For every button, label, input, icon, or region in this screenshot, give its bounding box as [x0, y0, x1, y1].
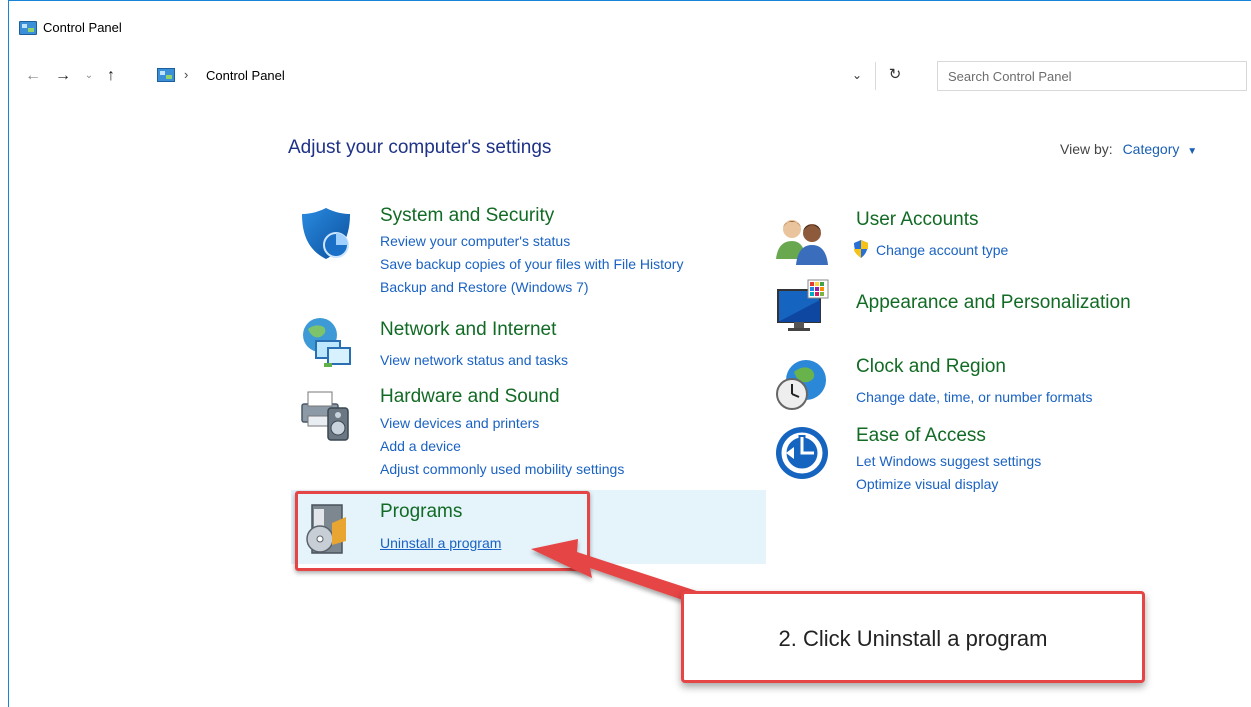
devices-printers-link[interactable]: View devices and printers — [380, 415, 539, 431]
printer-speaker-icon — [301, 391, 349, 441]
recent-locations-chevron-icon[interactable]: ⌄ — [79, 65, 99, 87]
optimize-visual-display-link[interactable]: Optimize visual display — [856, 476, 998, 492]
review-status-link[interactable]: Review your computer's status — [380, 233, 570, 249]
network-globe-icon — [303, 318, 351, 367]
title-bar: Control Panel — [9, 1, 1251, 49]
monitor-palette-icon — [777, 279, 829, 331]
clock-globe-icon — [776, 360, 826, 410]
ease-of-access-title[interactable]: Ease of Access — [856, 425, 986, 447]
network-and-internet-title[interactable]: Network and Internet — [380, 319, 556, 341]
appearance-personalization-title[interactable]: Appearance and Personalization — [856, 292, 1131, 314]
view-by-value[interactable]: Category — [1123, 141, 1180, 157]
user-accounts-title[interactable]: User Accounts — [856, 209, 979, 231]
backup-restore-link[interactable]: Backup and Restore (Windows 7) — [380, 279, 589, 295]
file-history-link[interactable]: Save backup copies of your files with Fi… — [380, 256, 683, 272]
windows-suggest-settings-link[interactable]: Let Windows suggest settings — [856, 453, 1041, 469]
control-panel-icon — [157, 68, 175, 82]
navigation-bar: ← → ⌄ ↑ › Control Panel ⌄ ↻ — [9, 59, 1251, 93]
clock-and-region-title[interactable]: Clock and Region — [856, 356, 1006, 378]
forward-arrow-icon[interactable]: → — [53, 65, 73, 87]
callout-text: 2. Click Uninstall a program — [778, 626, 1048, 651]
view-by-caret-icon[interactable]: ▼ — [1187, 146, 1197, 157]
refresh-icon[interactable]: ↻ — [885, 65, 905, 83]
hardware-and-sound-title[interactable]: Hardware and Sound — [380, 386, 560, 408]
window-title: Control Panel — [43, 20, 122, 35]
instruction-callout: 2. Click Uninstall a program — [681, 591, 1145, 683]
change-account-type-link[interactable]: Change account type — [876, 242, 1008, 258]
address-bar[interactable]: › Control Panel ⌄ — [155, 62, 899, 90]
control-panel-icon — [19, 21, 37, 35]
address-divider — [875, 62, 876, 90]
breadcrumb-separator-icon[interactable]: › — [184, 67, 188, 82]
search-input[interactable] — [938, 62, 1246, 90]
uac-shield-icon — [854, 240, 868, 258]
programs-highlight-box — [295, 491, 590, 571]
network-status-link[interactable]: View network status and tasks — [380, 352, 568, 368]
up-arrow-icon[interactable]: ↑ — [101, 65, 121, 87]
back-arrow-icon[interactable]: ← — [23, 65, 43, 87]
shield-icon — [302, 208, 350, 259]
date-time-formats-link[interactable]: Change date, time, or number formats — [856, 389, 1093, 405]
system-and-security-title[interactable]: System and Security — [380, 205, 554, 227]
view-by-control[interactable]: View by: Category ▼ — [1060, 141, 1197, 157]
view-by-label: View by: — [1060, 141, 1113, 157]
page-heading: Adjust your computer's settings — [288, 137, 552, 158]
add-device-link[interactable]: Add a device — [380, 438, 461, 454]
search-box[interactable] — [937, 61, 1247, 91]
breadcrumb-control-panel[interactable]: Control Panel — [206, 68, 285, 83]
users-icon — [776, 220, 828, 265]
ease-of-access-icon — [776, 427, 828, 479]
mobility-settings-link[interactable]: Adjust commonly used mobility settings — [380, 461, 624, 477]
address-dropdown-chevron-icon[interactable]: ⌄ — [852, 68, 862, 82]
